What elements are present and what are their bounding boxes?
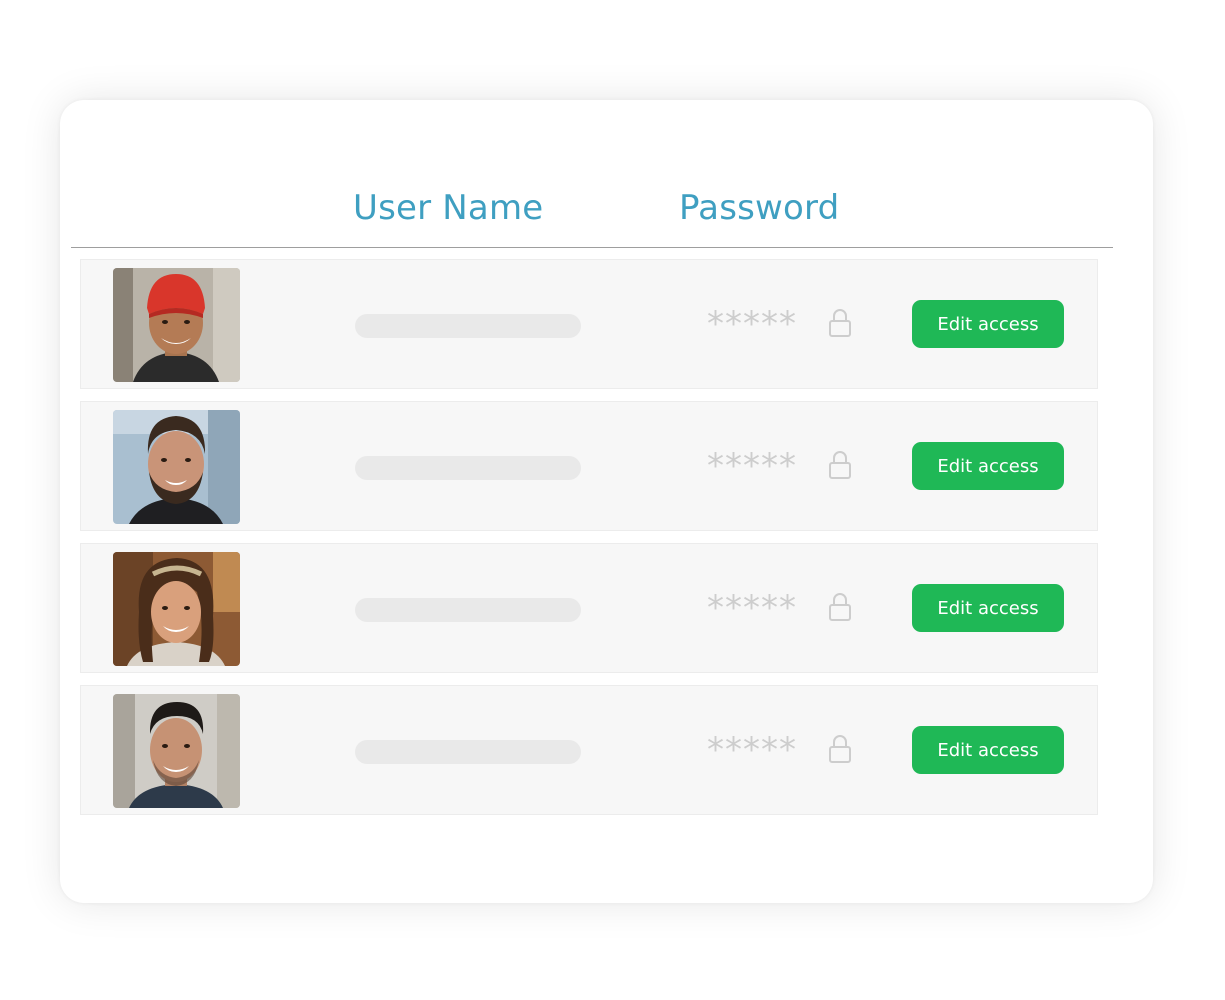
avatar [113,552,240,666]
table-row: ***** Edit access [80,543,1098,673]
table-header: User Name Password [60,100,1153,248]
header-divider [71,247,1113,248]
avatar [113,268,240,382]
edit-access-button[interactable]: Edit access [912,300,1064,348]
table-row: ***** Edit access [80,685,1098,815]
avatar [113,694,240,808]
lock-icon [829,734,851,769]
edit-access-button[interactable]: Edit access [912,726,1064,774]
lock-icon [829,450,851,485]
table-row: ***** Edit access [80,401,1098,531]
lock-icon [829,308,851,343]
username-placeholder [355,314,581,338]
username-placeholder [355,598,581,622]
column-header-password: Password [679,188,840,228]
user-access-card: User Name Password ***** Edit access ***… [60,100,1153,903]
table-row: ***** Edit access [80,259,1098,389]
username-placeholder [355,456,581,480]
column-header-username: User Name [353,188,544,228]
password-mask: ***** [707,446,797,486]
lock-icon [829,592,851,627]
password-mask: ***** [707,730,797,770]
edit-access-button[interactable]: Edit access [912,584,1064,632]
password-mask: ***** [707,588,797,628]
edit-access-button[interactable]: Edit access [912,442,1064,490]
password-mask: ***** [707,304,797,344]
username-placeholder [355,740,581,764]
avatar [113,410,240,524]
